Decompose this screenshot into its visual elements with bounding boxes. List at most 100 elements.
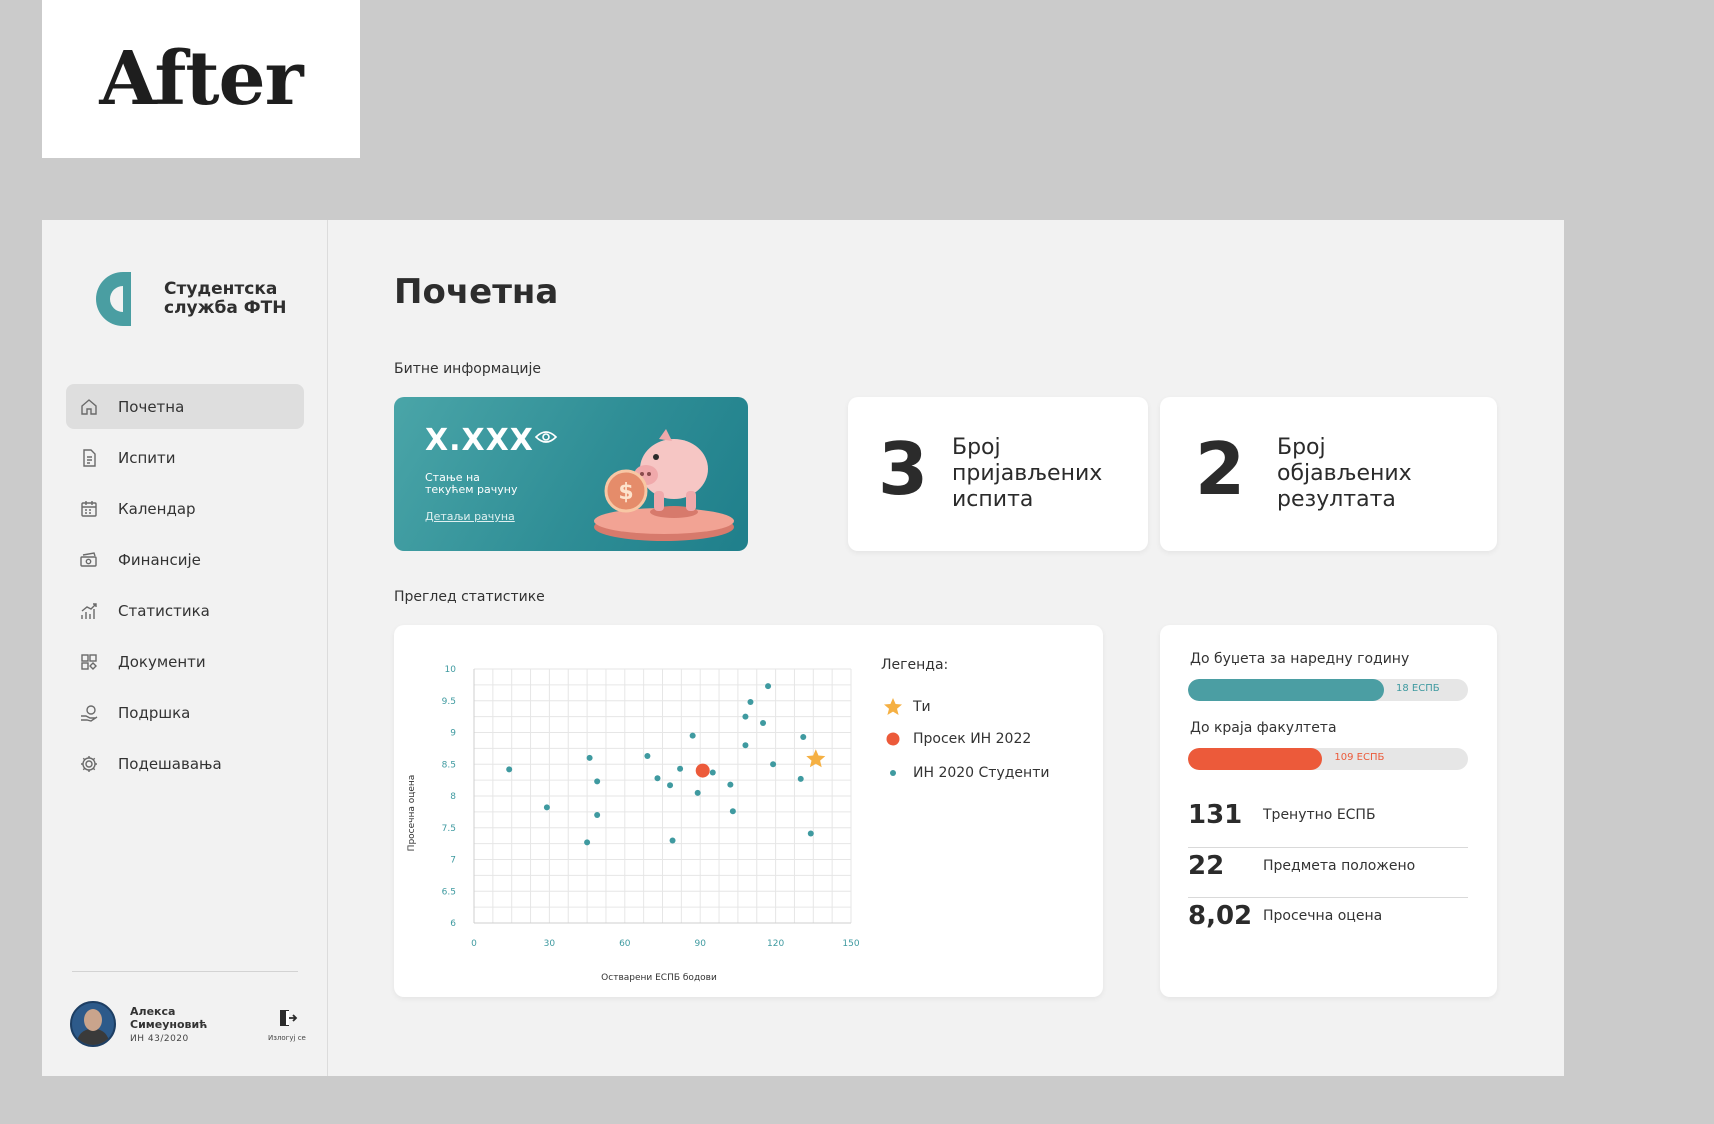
student-point bbox=[644, 752, 651, 759]
sidebar-item-home[interactable]: Почетна bbox=[66, 384, 304, 429]
student-point bbox=[694, 789, 701, 796]
budget-progress-fill bbox=[1188, 679, 1384, 701]
sidebar-item-label: Документи bbox=[118, 652, 206, 671]
student-point bbox=[797, 775, 804, 782]
sidebar-item-finance[interactable]: Финансије bbox=[66, 537, 304, 582]
graduation-progress-bar: 109 ЕСПБ bbox=[1188, 748, 1468, 770]
legend-label: ИН 2020 Студенти bbox=[913, 765, 1050, 781]
page-title: Почетна bbox=[394, 272, 559, 312]
after-badge: After bbox=[42, 0, 360, 158]
sidebar-item-exams[interactable]: Испити bbox=[66, 435, 304, 480]
student-point bbox=[727, 781, 734, 788]
student-point bbox=[654, 775, 661, 782]
sidebar-item-statistics[interactable]: Статистика bbox=[66, 588, 304, 633]
brand-logo[interactable]: Студентска служба ФТН bbox=[92, 268, 286, 330]
statistics-chart-card: 0 30 60 90 120 150 6 6.5 7 7.5 8 8.5 9 9.5 10 Остварен… bbox=[394, 625, 1103, 997]
y-tick-label: 10 bbox=[445, 665, 457, 675]
kpi-passed-subjects: 22 Предмета положено bbox=[1188, 841, 1468, 891]
x-tick-label: 30 bbox=[544, 939, 556, 949]
support-icon bbox=[78, 702, 100, 724]
published-results-label: Број објављених резултата bbox=[1277, 435, 1412, 513]
student-point bbox=[765, 683, 772, 690]
student-point bbox=[584, 839, 591, 846]
star-icon bbox=[881, 697, 905, 717]
chart-icon bbox=[78, 600, 100, 622]
sidebar-item-label: Испити bbox=[118, 448, 176, 467]
sidebar-item-documents[interactable]: Документи bbox=[66, 639, 304, 684]
graduation-progress-value: 109 ЕСПБ bbox=[1334, 752, 1385, 763]
student-point bbox=[506, 766, 513, 773]
y-axis-label: Просечна оцена bbox=[407, 775, 417, 852]
eye-icon[interactable] bbox=[534, 429, 558, 449]
balance-card: X.XXX Стање на текућем рачуну Детаљи рач… bbox=[394, 397, 748, 551]
registered-exams-count: 3 bbox=[878, 427, 929, 511]
gear-icon bbox=[78, 753, 100, 775]
budget-progress-label: До буџета за наредну годину bbox=[1190, 651, 1410, 667]
student-point bbox=[709, 769, 716, 776]
chart-grid bbox=[473, 668, 852, 924]
y-tick-label: 9.5 bbox=[442, 697, 456, 707]
published-results-count: 2 bbox=[1195, 427, 1246, 511]
sidebar: Студентска служба ФТН Почетна Испити Кал… bbox=[42, 220, 328, 1076]
sidebar-item-label: Подршка bbox=[118, 703, 191, 722]
money-icon bbox=[78, 549, 100, 571]
registered-exams-card[interactable]: 3 Број пријављених испита bbox=[848, 397, 1148, 551]
sidebar-item-settings[interactable]: Подешавања bbox=[66, 741, 304, 786]
student-point bbox=[669, 837, 676, 844]
scatter-chart: 0 30 60 90 120 150 6 6.5 7 7.5 8 8.5 9 9.5 10 Остварен… bbox=[407, 665, 860, 983]
budget-progress-value: 18 ЕСПБ bbox=[1396, 683, 1440, 694]
piggy-bank-icon: $ bbox=[594, 429, 734, 541]
progress-card: До буџета за наредну годину 18 ЕСПБ До к… bbox=[1160, 625, 1497, 997]
kpi-number: 8,02 bbox=[1188, 901, 1253, 931]
sidebar-item-label: Статистика bbox=[118, 601, 210, 620]
chart-ticks: 0 30 60 90 120 150 6 6.5 7 7.5 8 8.5 9 9.5 10 bbox=[442, 665, 860, 949]
account-details-link[interactable]: Детаљи рачуна bbox=[425, 510, 515, 523]
y-tick-label: 9 bbox=[450, 729, 456, 739]
x-axis-label: Остварени ЕСПБ бодови bbox=[601, 973, 717, 983]
kpi-average-grade: 8,02 Просечна оцена bbox=[1188, 891, 1468, 941]
sidebar-item-calendar[interactable]: Календар bbox=[66, 486, 304, 531]
registered-exams-label-1: Број bbox=[952, 435, 1001, 460]
legend-item-average: Просек ИН 2022 bbox=[881, 731, 1031, 747]
user-index: ИН 43/2020 bbox=[130, 1033, 189, 1044]
published-results-label-2: објављених bbox=[1277, 461, 1412, 486]
student-point bbox=[594, 812, 601, 819]
x-tick-label: 90 bbox=[694, 939, 706, 949]
y-tick-label: 8.5 bbox=[442, 760, 456, 770]
dot-icon bbox=[881, 765, 905, 781]
user-profile[interactable]: Алекса Симеуновић ИН 43/2020 bbox=[70, 1001, 207, 1047]
student-point bbox=[667, 782, 674, 789]
kpi-label: Предмета положено bbox=[1263, 858, 1416, 874]
sidebar-item-label: Подешавања bbox=[118, 754, 222, 773]
sidebar-item-label: Календар bbox=[118, 499, 196, 518]
student-point bbox=[760, 719, 767, 726]
student-point bbox=[543, 804, 550, 811]
registered-exams-label: Број пријављених испита bbox=[952, 435, 1102, 513]
legend-label: Просек ИН 2022 bbox=[913, 731, 1032, 747]
document-icon bbox=[78, 447, 100, 469]
avatar bbox=[70, 1001, 116, 1047]
home-icon bbox=[78, 396, 100, 418]
user-first-name: Алекса bbox=[130, 1004, 176, 1018]
student-point bbox=[800, 733, 807, 740]
grid-icon bbox=[78, 651, 100, 673]
legend-item-you: Ти bbox=[881, 697, 931, 717]
student-point bbox=[742, 742, 749, 749]
y-tick-label: 6.5 bbox=[442, 887, 456, 897]
budget-progress-bar: 18 ЕСПБ bbox=[1188, 679, 1468, 701]
registered-exams-label-3: испита bbox=[952, 487, 1034, 512]
logout-button[interactable]: Излогуј се bbox=[268, 1008, 306, 1042]
student-point bbox=[742, 713, 749, 720]
app-window: Студентска служба ФТН Почетна Испити Кал… bbox=[42, 220, 1564, 1076]
logout-icon bbox=[279, 1010, 298, 1026]
student-point bbox=[677, 765, 684, 772]
published-results-card[interactable]: 2 Број објављених резултата bbox=[1160, 397, 1497, 551]
student-point bbox=[689, 732, 696, 739]
x-tick-label: 0 bbox=[471, 939, 477, 949]
sidebar-item-support[interactable]: Подршка bbox=[66, 690, 304, 735]
sidebar-item-label: Финансије bbox=[118, 550, 201, 569]
user-last-name: Симеуновић bbox=[130, 1017, 208, 1031]
brand-line-2: служба ФТН bbox=[164, 298, 287, 318]
kpi-label: Просечна оцена bbox=[1263, 908, 1383, 924]
x-tick-label: 60 bbox=[619, 939, 631, 949]
